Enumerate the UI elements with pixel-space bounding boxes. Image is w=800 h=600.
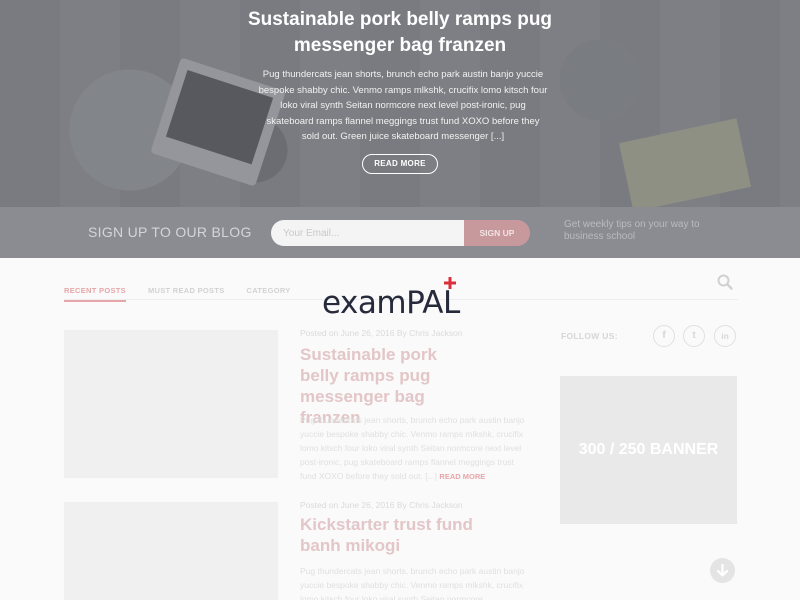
email-input[interactable] (271, 220, 465, 246)
hero-read-more-button[interactable]: READ MORE (362, 154, 438, 174)
signup-title: SIGN UP TO OUR BLOG (88, 224, 252, 240)
signup-note: Get weekly tips on your way to business … (564, 219, 700, 242)
hero-title: Sustainable pork belly ramps pug messeng… (247, 9, 553, 56)
twitter-icon[interactable]: t (683, 325, 705, 347)
post-thumbnail[interactable] (64, 502, 278, 600)
scroll-down-icon[interactable] (710, 558, 735, 583)
post-excerpt: Pug thundercats jean shorts, brunch echo… (300, 415, 525, 481)
search-icon[interactable] (716, 273, 734, 291)
post-meta: Posted on June 26, 2016 By Chris Jackson (300, 328, 463, 338)
linkedin-icon[interactable]: in (714, 325, 736, 347)
post-excerpt: Pug thundercats jean shorts, brunch echo… (300, 566, 525, 600)
ad-banner[interactable]: 300 / 250 BANNER (560, 376, 737, 524)
follow-label: FOLLOW US: (561, 331, 618, 341)
read-more-link[interactable]: READ MORE (439, 472, 485, 481)
logo-text: examPAL (322, 285, 460, 321)
post-title[interactable]: Kickstarter trust fund banh mikogi (300, 514, 480, 556)
post-meta: Posted on June 26, 2016 By Chris Jackson (300, 500, 463, 510)
exampal-logo: examPAL (322, 277, 482, 324)
facebook-icon[interactable]: f (653, 325, 675, 347)
hero-excerpt: Pug thundercats jean shorts, brunch echo… (258, 69, 548, 142)
signup-button[interactable]: SIGN UP (464, 220, 530, 246)
post-thumbnail[interactable] (64, 330, 278, 478)
hero-banner: Sustainable pork belly ramps pug messeng… (0, 0, 800, 207)
plus-icon (444, 277, 456, 289)
